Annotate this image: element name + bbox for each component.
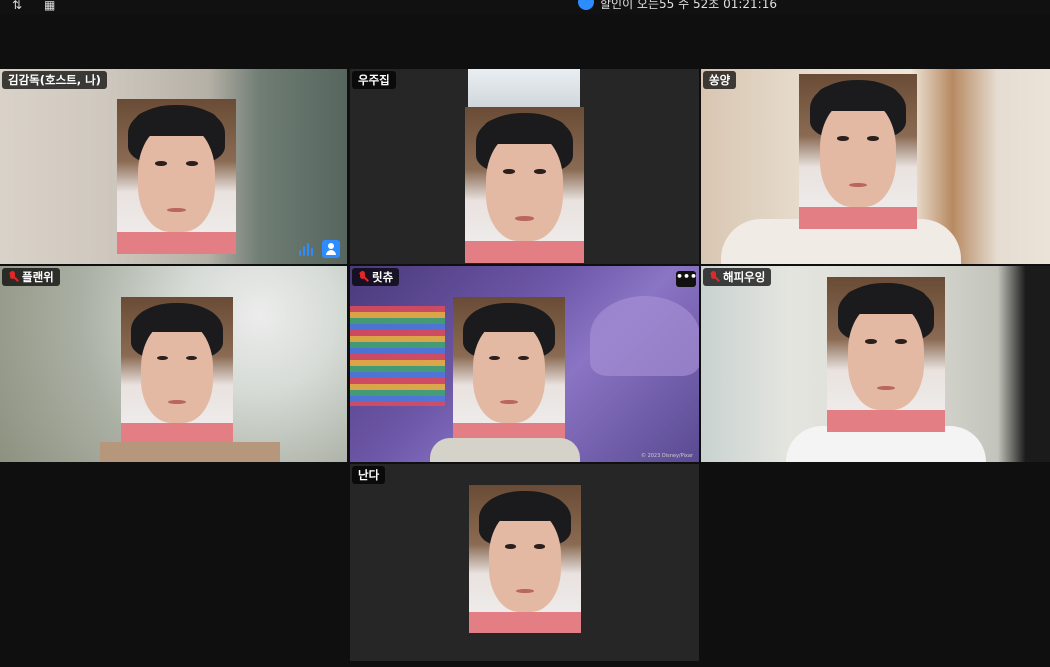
copyright-text: © 2023 Disney/Pixar xyxy=(640,453,693,459)
participant-video xyxy=(469,485,581,633)
participant-name: 플랜위 xyxy=(22,270,54,284)
more-options-icon[interactable]: ••• xyxy=(676,271,697,287)
participant-name: 릿츄 xyxy=(372,270,394,284)
grid-view-icon[interactable]: ▦ xyxy=(44,0,55,12)
participant-name-label: 난다 xyxy=(352,466,386,484)
participant-video xyxy=(117,99,236,254)
meeting-title: 할인이 오는55 수 52초 01:21:16 xyxy=(600,0,777,11)
participant-name: 우주집 xyxy=(358,73,390,87)
participant-name: 난다 xyxy=(358,468,380,482)
video-tile-2[interactable]: 우주집 xyxy=(350,69,699,264)
mic-muted-icon xyxy=(358,271,368,283)
participant-video xyxy=(799,74,917,229)
participant-video xyxy=(465,107,584,263)
mic-muted-icon xyxy=(8,271,18,283)
participant-name: 해피우잉 xyxy=(723,270,766,284)
meeting-top-bar: ⇅ ▦ 할인이 오는55 수 52초 01:21:16 xyxy=(0,0,1050,14)
person-icon[interactable] xyxy=(322,240,340,258)
audio-wave-icon xyxy=(299,242,315,256)
video-tile-7[interactable]: 난다 xyxy=(350,464,699,661)
video-tile-5[interactable]: 릿츄 ••• © 2023 Disney/Pixar xyxy=(350,266,699,462)
video-background-decoration xyxy=(350,306,445,406)
participant-video xyxy=(121,297,233,444)
video-tile-6[interactable]: 해피우잉 xyxy=(701,266,1050,462)
mic-muted-icon xyxy=(709,271,719,283)
view-toggle-icon[interactable]: ⇅ xyxy=(12,0,22,12)
video-tile-host[interactable]: 김감독(호스트, 나) xyxy=(0,69,347,264)
participant-name: 쏭양 xyxy=(709,73,731,87)
video-tile-4[interactable]: 플랜위 xyxy=(0,266,347,462)
participant-name-label: 해피우잉 xyxy=(703,268,772,286)
participant-name-label: 쏭양 xyxy=(703,71,737,89)
participant-name-label: 릿츄 xyxy=(352,268,400,286)
participant-name-label: 플랜위 xyxy=(2,268,60,286)
participant-video xyxy=(827,277,945,432)
video-tile-3[interactable]: 쏭양 xyxy=(701,69,1050,264)
participant-video xyxy=(453,297,565,444)
participant-name-label: 김감독(호스트, 나) xyxy=(2,71,107,89)
meeting-info-icon[interactable] xyxy=(578,0,594,10)
participant-name-label: 우주집 xyxy=(352,71,396,89)
video-background xyxy=(468,69,580,109)
participant-name: 김감독(호스트, 나) xyxy=(8,73,101,87)
